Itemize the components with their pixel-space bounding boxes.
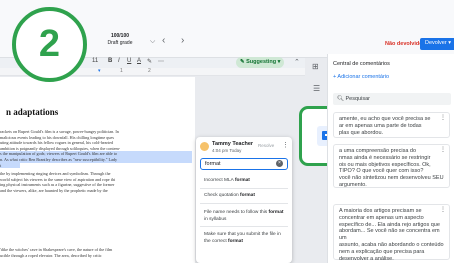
doc-line: ucible through a roped elevator. The are… [0, 252, 102, 258]
resolve-button[interactable]: Resolve [258, 143, 274, 148]
search-input[interactable]: 🔍︎ Pesquisar [333, 93, 451, 105]
suggestion-match: format [268, 210, 284, 215]
underline-button[interactable]: U [127, 58, 131, 64]
bold-button[interactable]: B [108, 58, 112, 64]
ruler-mark-2: 2 [148, 68, 151, 74]
doc-line: and the viewers, alike, are haunted by t… [0, 187, 108, 193]
suggesting-mode-button[interactable]: ✎ Suggesting ▾ [236, 57, 284, 68]
grade-score: 100/100 [110, 33, 130, 39]
comment-bank-card[interactable]: a uma compreensão precisa do nmas ainda … [333, 144, 450, 188]
suggestion-match: format [228, 239, 243, 244]
document-page[interactable]: n adaptations rackets on Rupert Gould's … [0, 77, 195, 263]
step-number: 2 [38, 23, 61, 65]
step-number-badge: 2 [12, 7, 87, 82]
avatar [200, 142, 209, 151]
chevron-up-icon[interactable]: ⌃ [294, 58, 300, 66]
divider [200, 188, 288, 189]
document-paragraph-2: the by implementing ringing devices and … [0, 171, 192, 193]
more-vert-icon[interactable]: ⋮ [282, 141, 289, 149]
document-paragraph-1: rackets on Rupert Gould's film is a sava… [0, 129, 192, 169]
ruler-mark-1: 1 [120, 68, 123, 74]
grade-box[interactable]: 100/100 Draft grade [92, 33, 148, 47]
suggestion-item[interactable]: Make sure that you submit the file in th… [200, 231, 288, 245]
comment-bank-card[interactable]: A maioria dos artigos precisam se concen… [333, 204, 450, 262]
pencil-icon[interactable]: ✎ [147, 58, 152, 65]
return-button[interactable]: Devolver ▾ [420, 38, 454, 50]
status-text: Não devolvido [385, 41, 423, 47]
more-vert-icon[interactable]: ⋮ [440, 115, 446, 122]
indent-marker[interactable]: ▾ [98, 68, 101, 74]
document-heading: n adaptations [6, 107, 59, 117]
add-comment-icon[interactable]: ⊞ [312, 62, 319, 71]
comment-time: 4:04 pm Today [212, 148, 242, 153]
return-button-label: Devolver [425, 40, 447, 46]
suggestion-text: Incorrect MLA [204, 178, 235, 183]
add-comment-link[interactable]: + Adicionar comentário [333, 74, 389, 80]
card-text: amente, eu acho que você precisa se ar e… [339, 116, 431, 136]
divider [200, 226, 288, 227]
chevron-down-icon[interactable]: ⌵ [150, 38, 155, 46]
font-size[interactable]: 11 [92, 58, 98, 64]
suggestion-text: File name needs to follow this [204, 210, 269, 215]
comment-card: Tammy Teacher 4:04 pm Today Resolve ⋮ fo… [196, 137, 292, 263]
comment-bank-card[interactable]: amente, eu acho que você precisa se ar e… [333, 112, 450, 138]
suggestion-item[interactable]: Check quotation format [200, 192, 288, 199]
toolbar-more-2[interactable]: ⋯ [158, 58, 164, 65]
comment-author: Tammy Teacher [212, 141, 254, 147]
highlighted-line[interactable]: t [0, 162, 20, 169]
suggestion-item[interactable]: File name needs to follow this format in… [200, 209, 288, 223]
suggesting-label: Suggesting [246, 59, 277, 65]
divider [200, 203, 288, 204]
italic-button[interactable]: I [118, 58, 120, 64]
screen: 100/100 Draft grade ⌵ ‹ › Não devolvido … [0, 0, 454, 263]
more-vert-icon[interactable]: ⋮ [440, 207, 446, 214]
chevron-right-icon[interactable]: › [181, 35, 184, 46]
search-icon: 🔍︎ [337, 96, 346, 102]
comment-input[interactable]: format [200, 158, 288, 170]
more-vert-icon[interactable]: ⋮ [440, 147, 446, 154]
panel-title: Central de comentários [333, 61, 390, 67]
suggestion-match: format [240, 193, 255, 198]
chevron-left-icon[interactable]: ‹ [162, 35, 165, 46]
suggestion-match: format [234, 178, 250, 183]
suggestion-text: in syllabus [204, 217, 227, 222]
clear-icon[interactable]: × [276, 160, 283, 167]
grade-label: Draft grade [107, 40, 133, 46]
search-label: Pesquisar [345, 96, 370, 102]
suggestion-item[interactable]: Incorrect MLA format [200, 177, 288, 184]
document-paragraph-3: 'dike the witches' cave in Shakespeare's… [0, 247, 192, 258]
suggestion-text: Check quotation [204, 193, 241, 198]
list-icon[interactable]: ☰ [313, 84, 320, 93]
text-color-button[interactable]: A [137, 58, 141, 64]
comment-bank-panel: Central de comentários + Adicionar comen… [327, 54, 454, 263]
card-text: a uma compreensão precisa do nmas ainda … [339, 148, 444, 188]
card-text: A maioria dos artigos precisam se concen… [339, 208, 444, 262]
highlighted-line[interactable]: n. As what critic Ben Brantley describes… [0, 156, 192, 163]
